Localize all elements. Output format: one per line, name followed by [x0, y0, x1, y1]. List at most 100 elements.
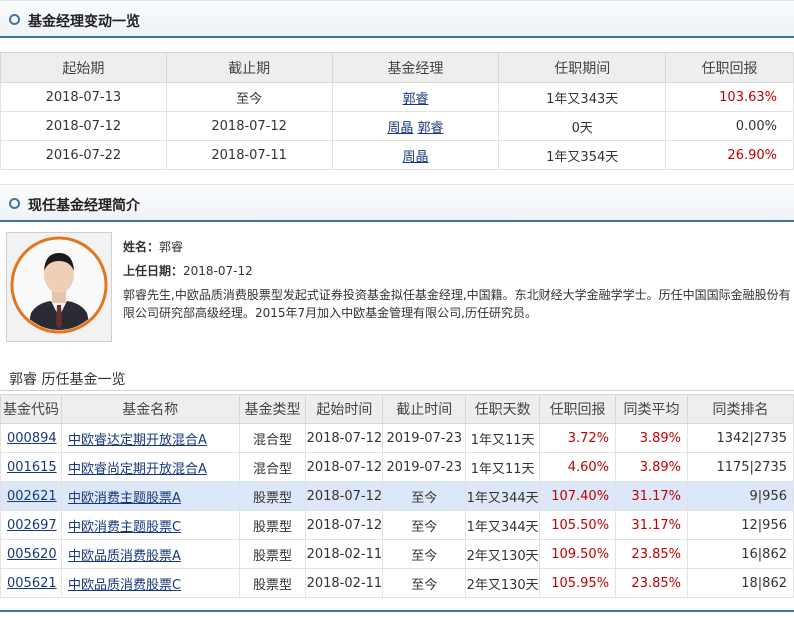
- start-time: 2018-07-12: [305, 423, 384, 453]
- column-header: 同类平均: [615, 394, 688, 424]
- fund-code-cell: 005621: [0, 568, 62, 598]
- table-row: 2016-07-22 2018-07-11 周晶 1年又354天 26.90%: [0, 140, 794, 170]
- peer-average: 23.85%: [615, 539, 688, 569]
- tenure-return: 109.50%: [539, 539, 617, 569]
- fund-type: 股票型: [238, 481, 307, 511]
- start-time: 2018-07-12: [305, 452, 384, 482]
- manager-start-date: 2018-07-12: [183, 264, 253, 278]
- manager-changes-table: 起始期 截止期 基金经理 任职期间 任职回报 2018-07-13 至今 郭睿 …: [0, 52, 794, 170]
- return-value: 0.00%: [665, 111, 794, 141]
- manager-changes-header: 基金经理变动一览: [0, 0, 794, 38]
- column-header: 截止时间: [382, 394, 467, 424]
- fund-type: 股票型: [238, 510, 307, 540]
- column-header: 任职回报: [665, 52, 794, 83]
- manager-photo: [6, 232, 112, 342]
- peer-rank: 12|956: [687, 510, 794, 540]
- column-header: 基金名称: [60, 394, 240, 424]
- fund-code-link[interactable]: 002621: [7, 489, 57, 504]
- column-header: 任职回报: [539, 394, 617, 424]
- section-title: 现任基金经理简介: [28, 198, 140, 214]
- divider: [0, 390, 794, 391]
- peer-rank: 16|862: [687, 539, 794, 569]
- fund-type: 股票型: [238, 568, 307, 598]
- manager-link[interactable]: 周晶: [402, 150, 428, 165]
- column-header: 截止期: [165, 52, 333, 83]
- duration: 1年又354天: [498, 140, 667, 170]
- fund-name-link[interactable]: 中欧消费主题股票A: [68, 491, 181, 506]
- fund-history-table: 基金代码 基金名称 基金类型 起始时间 截止时间 任职天数 任职回报 同类平均 …: [0, 394, 794, 598]
- fund-type: 混合型: [238, 423, 307, 453]
- table-row: 000894 中欧睿达定期开放混合A 混合型 2018-07-12 2019-0…: [0, 423, 794, 453]
- fund-name-cell: 中欧消费主题股票A: [60, 481, 240, 511]
- column-header: 基金代码: [0, 394, 62, 424]
- peer-average: 23.85%: [615, 568, 688, 598]
- fund-code-cell: 002697: [0, 510, 62, 540]
- table-header-row: 起始期 截止期 基金经理 任职期间 任职回报: [0, 52, 794, 83]
- column-header: 基金经理: [331, 52, 500, 83]
- name-label: 姓名：: [123, 240, 160, 254]
- tenure-return: 107.40%: [539, 481, 617, 511]
- end-time: 至今: [382, 481, 467, 511]
- start-time: 2018-02-11: [305, 539, 384, 569]
- fund-code-link[interactable]: 005621: [7, 576, 57, 591]
- return-value: 26.90%: [665, 140, 794, 170]
- manager-cell: 周晶: [331, 140, 500, 170]
- fund-code-link[interactable]: 000894: [7, 431, 57, 446]
- peer-rank: 1175|2735: [687, 452, 794, 482]
- peer-rank: 1342|2735: [687, 423, 794, 453]
- manager-cell: 郭睿: [331, 82, 500, 112]
- circle-bullet-icon: [9, 14, 20, 25]
- end-date: 2018-07-12: [165, 111, 333, 141]
- divider: [0, 610, 794, 612]
- fund-code-cell: 001615: [0, 452, 62, 482]
- manager-name: 郭睿: [159, 240, 184, 254]
- fund-code-link[interactable]: 002697: [7, 518, 57, 533]
- fund-type: 股票型: [238, 539, 307, 569]
- fund-code-link[interactable]: 005620: [7, 547, 57, 562]
- fund-name-cell: 中欧睿尚定期开放混合A: [60, 452, 240, 482]
- table-row: 2018-07-13 至今 郭睿 1年又343天 103.63%: [0, 82, 794, 112]
- fund-name-link[interactable]: 中欧品质消费股票A: [68, 549, 181, 564]
- start-time: 2018-07-12: [305, 510, 384, 540]
- fund-name-link[interactable]: 中欧消费主题股票C: [68, 520, 181, 535]
- table-row: 002697 中欧消费主题股票C 股票型 2018-07-12 至今 1年又34…: [0, 510, 794, 540]
- tenure-return: 105.50%: [539, 510, 617, 540]
- tenure-return: 4.60%: [539, 452, 617, 482]
- table-row: 005620 中欧品质消费股票A 股票型 2018-02-11 至今 2年又13…: [0, 539, 794, 569]
- peer-average: 3.89%: [615, 423, 688, 453]
- tenure-days: 1年又344天: [465, 481, 541, 511]
- fund-name-link[interactable]: 中欧睿达定期开放混合A: [68, 433, 207, 448]
- column-header: 起始时间: [305, 394, 384, 424]
- current-manager-header: 现任基金经理简介: [0, 184, 794, 222]
- table-row: 005621 中欧品质消费股票C 股票型 2018-02-11 至今 2年又13…: [0, 568, 794, 598]
- fund-name-cell: 中欧睿达定期开放混合A: [60, 423, 240, 453]
- column-header: 同类排名: [687, 394, 794, 424]
- section-title: 基金经理变动一览: [28, 14, 140, 30]
- fund-history-title: 郭睿 历任基金一览: [9, 372, 126, 388]
- fund-code-cell: 005620: [0, 539, 62, 569]
- table-header-row: 基金代码 基金名称 基金类型 起始时间 截止时间 任职天数 任职回报 同类平均 …: [0, 394, 794, 424]
- manager-link[interactable]: 郭睿: [418, 121, 444, 136]
- tenure-days: 1年又11天: [465, 452, 541, 482]
- peer-average: 3.89%: [615, 452, 688, 482]
- manager-link[interactable]: 周晶: [387, 121, 413, 136]
- start-date-label: 上任日期：: [123, 264, 184, 278]
- manager-cell: 周晶 郭睿: [331, 111, 500, 141]
- duration: 1年又343天: [498, 82, 667, 112]
- column-header: 任职天数: [465, 394, 541, 424]
- fund-name-link[interactable]: 中欧睿尚定期开放混合A: [68, 462, 207, 477]
- manager-link[interactable]: 郭睿: [402, 92, 428, 107]
- fund-name-link[interactable]: 中欧品质消费股票C: [68, 578, 181, 593]
- fund-name-cell: 中欧品质消费股票A: [60, 539, 240, 569]
- fund-code-link[interactable]: 001615: [7, 460, 57, 475]
- column-header: 任职期间: [498, 52, 667, 83]
- end-time: 至今: [382, 510, 467, 540]
- tenure-return: 105.95%: [539, 568, 617, 598]
- circle-bullet-icon: [9, 198, 20, 209]
- end-time: 2019-07-23: [382, 423, 467, 453]
- avatar-portrait-icon: [7, 233, 111, 341]
- tenure-days: 1年又11天: [465, 423, 541, 453]
- manager-profile: 姓名：郭睿 上任日期：2018-07-12 郭睿先生,中欧品质消费股票型发起式证…: [6, 232, 791, 344]
- start-date: 2018-07-13: [0, 82, 167, 112]
- column-header: 基金类型: [238, 394, 307, 424]
